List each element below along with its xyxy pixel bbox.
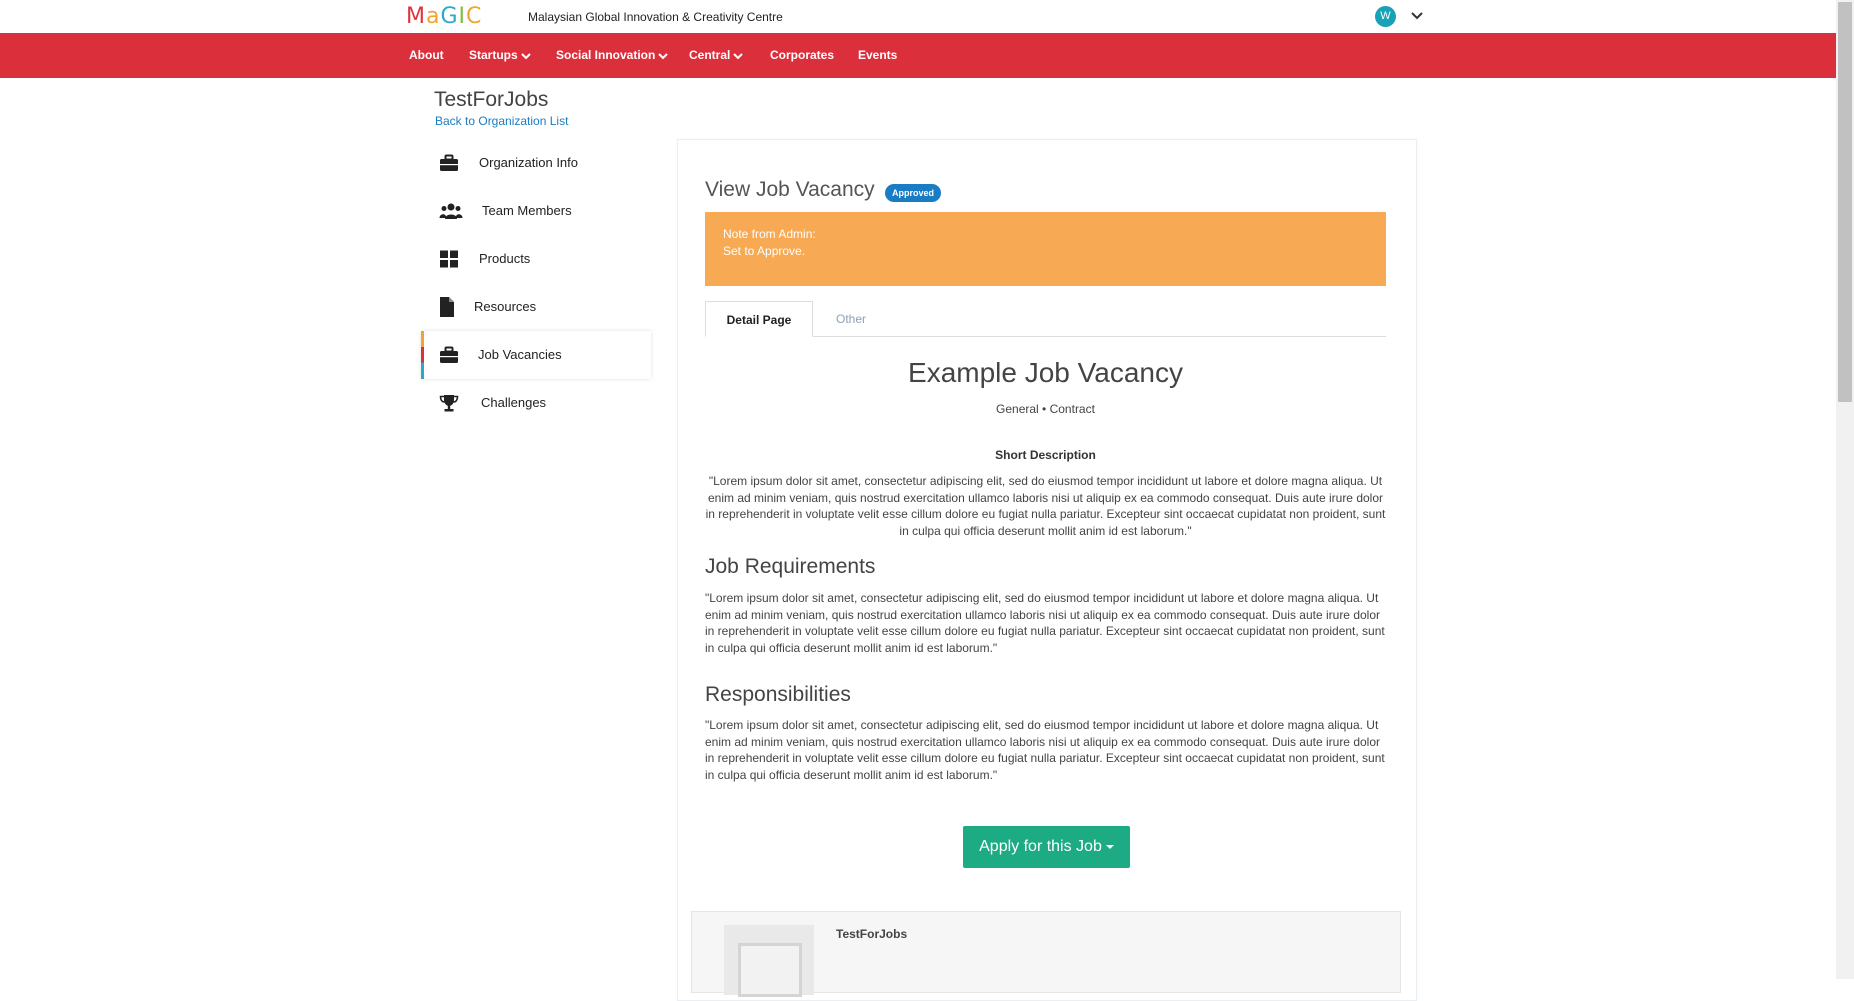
briefcase-icon [440, 346, 458, 363]
nav-social-innovation[interactable]: Social Innovation [556, 33, 669, 78]
nav-label: Events [858, 48, 898, 62]
sidebar-item-label: Job Vacancies [478, 347, 562, 362]
sidebar-item-job-vacancies[interactable]: Job Vacancies [421, 331, 651, 379]
job-requirements-heading: Job Requirements [705, 555, 876, 578]
sidebar-item-organization-info[interactable]: Organization Info [421, 139, 651, 187]
magic-logo[interactable]: MaGIC [406, 6, 482, 28]
logo-wordmark: MaGIC [406, 4, 483, 29]
sidebar-item-label: Team Members [482, 203, 572, 218]
page-scrollbar[interactable] [1836, 0, 1854, 979]
nav-label: About [409, 48, 444, 62]
chevron-down-icon [658, 53, 669, 60]
chevron-down-icon[interactable] [1410, 9, 1424, 23]
active-indicator [421, 331, 424, 379]
nav-about[interactable]: About [409, 33, 444, 78]
nav-startups[interactable]: Startups [469, 33, 531, 78]
sidebar-item-label: Organization Info [479, 155, 579, 170]
tab-detail-page[interactable]: Detail Page [705, 301, 813, 337]
caret-down-icon [1105, 844, 1114, 849]
sidebar-item-label: Products [479, 251, 531, 266]
responsibilities-text: "Lorem ipsum dolor sit amet, consectetur… [705, 718, 1385, 782]
sidebar-item-label: Resources [474, 299, 537, 314]
job-title: Example Job Vacancy [908, 357, 1183, 388]
image-placeholder-icon [738, 943, 802, 997]
organization-logo-placeholder [724, 925, 814, 997]
organization-summary-name: TestForJobs [836, 927, 908, 941]
job-requirements-text: "Lorem ipsum dolor sit amet, consectetur… [705, 591, 1385, 655]
sidebar-item-products[interactable]: Products [421, 235, 651, 283]
chevron-down-icon [733, 53, 744, 60]
sidebar-item-label: Challenges [481, 395, 547, 410]
back-to-organization-list-link[interactable]: Back to Organization List [435, 114, 568, 128]
briefcase-icon [440, 154, 458, 171]
apply-for-job-button[interactable]: Apply for this Job [963, 826, 1130, 868]
user-avatar[interactable]: W [1375, 6, 1396, 27]
organization-title: TestForJobs [434, 88, 549, 111]
short-description-text: "Lorem ipsum dolor sit amet, consectetur… [705, 474, 1386, 538]
admin-note-text: Set to Approve. [723, 244, 806, 258]
scrollbar-thumb[interactable] [1838, 2, 1852, 402]
nav-label: Corporates [770, 48, 835, 62]
nav-central[interactable]: Central [689, 33, 744, 78]
chevron-down-icon [520, 53, 531, 60]
apply-button-label: Apply for this Job [979, 838, 1102, 855]
admin-note-alert: Note from Admin: Set to Approve. [705, 212, 1386, 286]
sidebar-menu: Organization Info Team Members Products … [421, 139, 651, 427]
detail-tabs: Detail Page Other [705, 301, 1386, 337]
tab-other[interactable]: Other [836, 301, 866, 336]
trophy-icon [439, 395, 459, 412]
nav-corporates[interactable]: Corporates [770, 33, 834, 78]
org-full-name: Malaysian Global Innovation & Creativity… [528, 10, 783, 24]
sidebar-item-team-members[interactable]: Team Members [421, 187, 651, 235]
sidebar-item-challenges[interactable]: Challenges [421, 379, 651, 427]
file-icon [440, 297, 454, 317]
responsibilities-heading: Responsibilities [705, 683, 851, 706]
short-description-heading: Short Description [995, 448, 1096, 462]
page-title: View Job Vacancy [705, 178, 875, 201]
admin-note-title: Note from Admin: [723, 227, 816, 241]
main-nav: About Startups Social Innovation Central… [0, 33, 1836, 78]
nav-label: Central [689, 48, 731, 62]
nav-label: Social Innovation [556, 48, 656, 62]
nav-label: Startups [469, 48, 518, 62]
sidebar-item-resources[interactable]: Resources [421, 283, 651, 331]
users-icon [439, 203, 463, 219]
nav-events[interactable]: Events [858, 33, 897, 78]
status-badge: Approved [885, 184, 942, 202]
job-meta: General • Contract [996, 402, 1095, 416]
top-header: MaGIC Malaysian Global Innovation & Crea… [0, 0, 1836, 33]
grid-icon [440, 250, 458, 268]
